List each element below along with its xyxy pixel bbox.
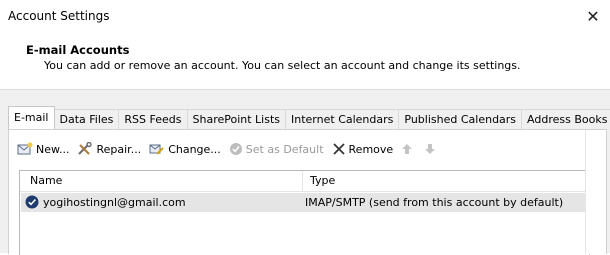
email-tab-panel: New... Repair... Change... Set as Defaul…: [8, 129, 607, 255]
close-button[interactable]: ✕: [582, 5, 604, 27]
tab-internet-calendars[interactable]: Internet Calendars: [285, 109, 400, 129]
new-button-label: New...: [36, 142, 70, 156]
set-as-default-button[interactable]: Set as Default: [229, 142, 324, 156]
tab-published-calendars[interactable]: Published Calendars: [398, 109, 523, 129]
title-bar: Account Settings ✕: [0, 0, 610, 33]
repair-button-label: Repair...: [96, 142, 142, 156]
dialog-body: E-mail Data Files RSS Feeds SharePoint L…: [0, 89, 610, 255]
remove-button-label: Remove: [348, 142, 394, 156]
check-circle-icon: [229, 143, 242, 155]
vertical-scrollbar[interactable]: [585, 130, 602, 254]
tab-address-books[interactable]: Address Books: [521, 109, 610, 129]
remove-x-icon: [332, 143, 345, 155]
window-title: Account Settings: [8, 9, 110, 23]
change-account-icon: [149, 144, 164, 155]
column-divider[interactable]: [302, 171, 303, 191]
tab-data-files[interactable]: Data Files: [53, 109, 120, 129]
tab-strip: E-mail Data Files RSS Feeds SharePoint L…: [8, 106, 610, 129]
account-type: IMAP/SMTP (send from this account by def…: [305, 196, 564, 209]
repair-button[interactable]: Repair...: [77, 142, 141, 156]
default-account-check-icon: [25, 195, 39, 209]
column-header-type[interactable]: Type: [310, 174, 335, 187]
accounts-list: Name Type yogihostingnl@gmail.com IMAP/S…: [19, 170, 590, 255]
change-button-label: Change...: [168, 142, 221, 156]
column-header-name[interactable]: Name: [30, 174, 62, 187]
change-button[interactable]: Change...: [149, 142, 221, 156]
arrow-up-icon: [402, 144, 413, 154]
remove-button[interactable]: Remove: [332, 142, 394, 156]
list-header: Name Type: [20, 171, 589, 192]
account-name: yogihostingnl@gmail.com: [43, 196, 186, 209]
tab-sharepoint-lists[interactable]: SharePoint Lists: [186, 109, 287, 129]
header-description: You can add or remove an account. You ca…: [44, 59, 521, 72]
move-up-button[interactable]: [401, 143, 416, 155]
toolbar: New... Repair... Change... Set as Defaul…: [17, 138, 447, 160]
new-account-icon: [17, 142, 33, 155]
tab-email[interactable]: E-mail: [8, 106, 55, 129]
header-title: E-mail Accounts: [26, 43, 130, 57]
set-as-default-label: Set as Default: [245, 142, 324, 156]
table-row[interactable]: yogihostingnl@gmail.com IMAP/SMTP (send …: [21, 193, 588, 212]
repair-tools-icon: [78, 142, 93, 155]
move-down-button[interactable]: [424, 143, 439, 155]
arrow-down-icon: [425, 144, 436, 154]
dialog-header: E-mail Accounts You can add or remove an…: [0, 33, 610, 89]
new-button[interactable]: New...: [17, 142, 69, 156]
tab-rss-feeds[interactable]: RSS Feeds: [118, 109, 188, 129]
